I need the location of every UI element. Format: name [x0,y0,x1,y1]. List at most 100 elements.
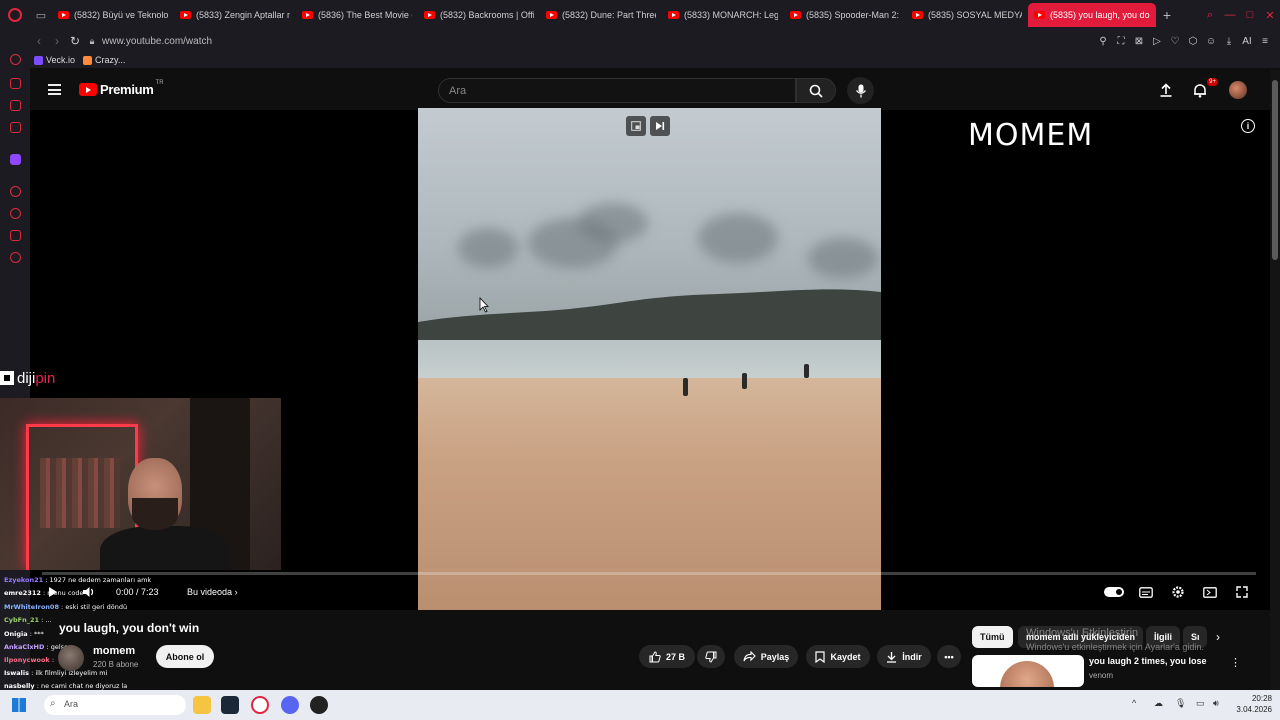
file-explorer-icon[interactable] [193,696,211,714]
scrollbar-thumb[interactable] [1272,80,1278,260]
chevron-right-icon[interactable]: › [1216,630,1220,644]
back-icon[interactable]: ‹ [30,34,48,48]
progress-bar[interactable] [42,572,1256,575]
search-input[interactable]: Ara [438,78,796,103]
chat-message: Iswalis : ilk filmliyi izleyelim mi [4,669,108,677]
browser-tab[interactable]: (5832) Backrooms | Offic [418,3,540,27]
account-icon[interactable]: ☺ [1202,36,1220,47]
theater-button[interactable] [1200,583,1220,601]
forward-icon[interactable]: › [48,34,66,48]
voice-search-button[interactable] [847,77,874,104]
youtube-favicon-icon [180,11,191,19]
subscriber-count: 220 B abone [93,660,139,669]
discord-icon[interactable] [281,696,299,714]
lock-icon[interactable]: 🔒︎ [84,36,100,47]
related-title[interactable]: you laugh 2 times, you lose [1089,656,1207,666]
screenshot-icon[interactable]: ⛶ [1112,36,1130,47]
miniplayer-button[interactable] [626,116,646,136]
sidebar-aria-icon[interactable] [10,78,21,89]
video-frame[interactable] [418,108,881,610]
browser-tab[interactable]: (5836) The Best Movie o [296,3,418,27]
youtube-logo[interactable]: Premium TR [79,80,164,97]
browser-tab[interactable]: (5835) SOSYAL MEDYA [906,3,1028,27]
opera-gx-icon[interactable] [251,696,269,714]
sidebar-twitch-icon[interactable] [10,154,21,165]
browser-tab-active[interactable]: (5835) you laugh, you don [1028,3,1156,27]
search-tabs-icon[interactable]: ⌕ [1200,9,1220,22]
obs-icon[interactable] [310,696,328,714]
sidebar-player-icon[interactable] [10,186,21,197]
tab-overview-icon[interactable]: ▭ [30,0,52,30]
reload-icon[interactable]: ↻ [66,34,84,48]
sidebar-extensions-icon[interactable] [10,230,21,241]
related-thumbnail[interactable] [972,655,1084,687]
network-tray-icon[interactable]: ☁ [1154,698,1163,709]
browser-tab[interactable]: (5833) MONARCH: Lega [662,3,784,27]
pin-icon[interactable]: ⚲ [1094,36,1112,47]
download-button[interactable]: İndir [877,645,931,668]
sidebar-refresh-icon[interactable] [10,54,21,65]
download-icon[interactable]: ⤓ [1220,36,1238,47]
search-button[interactable] [796,78,836,103]
microphone-tray-icon[interactable]: 🎙︎ [1175,698,1186,709]
youtube-favicon-icon [668,11,679,19]
related-channel[interactable]: venom [1089,671,1113,680]
search-icon: ⌕ [50,698,56,709]
info-icon[interactable]: i [1241,119,1255,133]
sidebar-history-icon[interactable] [10,208,21,219]
windows-start-icon[interactable] [12,698,26,712]
account-button[interactable] [1226,78,1250,102]
notifications-button[interactable]: 9+ [1188,78,1218,102]
like-button[interactable]: 27 B [639,645,695,668]
browser-tab[interactable]: (5832) Dune: Part Three [540,3,662,27]
address-bar-tools: ⚲ ⛶ ⊠ ▷ ♡ ⬡ ☺ ⤓ AI ≡ [1094,36,1274,47]
display-tray-icon[interactable]: ▭ [1196,698,1205,709]
save-button[interactable]: Kaydet [806,645,870,668]
subtitles-button[interactable] [1136,583,1156,601]
steam-icon[interactable] [221,696,239,714]
skip-button[interactable] [650,116,670,136]
theater-icon [1203,586,1217,598]
page-scrollbar[interactable] [1270,70,1280,690]
taskbar-search[interactable]: ⌕ Ara [44,695,186,715]
sidebar-messenger-icon[interactable] [10,100,21,111]
bookmark-item[interactable]: Veck.io [34,55,75,65]
channel-name[interactable]: momem [93,645,135,657]
bookmark-item[interactable]: Crazy... [83,55,125,65]
channel-avatar[interactable] [58,645,84,671]
sidebar-instagram-icon[interactable] [10,122,21,133]
browser-tab[interactable]: (5832) Büyü ve Teknoloji [52,3,174,27]
taskbar-clock[interactable]: 20:28 3.04.2026 [1236,693,1272,715]
menu-icon[interactable]: ≡ [1256,36,1274,47]
guide-menu-icon[interactable] [48,84,61,95]
ai-button[interactable]: AI [1238,36,1256,47]
sidebar-settings-icon[interactable] [10,252,21,263]
volume-tray-icon[interactable]: 🔊︎ [1213,698,1219,709]
chip-all[interactable]: Tümü [972,626,1013,648]
subscribe-button[interactable]: Abone ol [156,645,214,668]
url-field[interactable]: www.youtube.com/watch [102,36,212,47]
opera-logo-icon[interactable] [0,0,30,30]
adblock-icon[interactable]: ⊠ [1130,36,1148,47]
browser-tab[interactable]: (5833) Zengin Aptallar m [174,3,296,27]
browser-tab[interactable]: (5835) Spooder-Man 2: I [784,3,906,27]
extensions-icon[interactable]: ⬡ [1184,36,1202,47]
close-icon[interactable]: ✕ [1260,9,1280,22]
new-tab-button[interactable]: + [1156,7,1178,23]
settings-button[interactable] [1168,583,1188,601]
address-bar: ‹ › ↻ 🔒︎ www.youtube.com/watch ⚲ ⛶ ⊠ ▷ ♡… [30,30,1280,52]
heart-icon[interactable]: ♡ [1166,36,1184,47]
next-icon [656,122,665,130]
chevron-up-icon[interactable]: ^ [1132,698,1136,708]
dislike-button[interactable] [697,645,725,668]
maximize-icon[interactable]: □ [1240,9,1260,21]
chat-message: emre2312 : menu code [4,589,84,597]
autoplay-toggle[interactable] [1104,583,1124,601]
more-vertical-icon[interactable]: ⋮ [1230,656,1241,669]
share-button[interactable]: Paylaş [734,645,798,668]
more-actions-button[interactable]: ••• [937,645,961,668]
fullscreen-button[interactable] [1232,583,1252,601]
minimize-icon[interactable]: — [1220,9,1240,21]
upload-button[interactable] [1154,78,1178,102]
play-icon[interactable]: ▷ [1148,36,1166,47]
